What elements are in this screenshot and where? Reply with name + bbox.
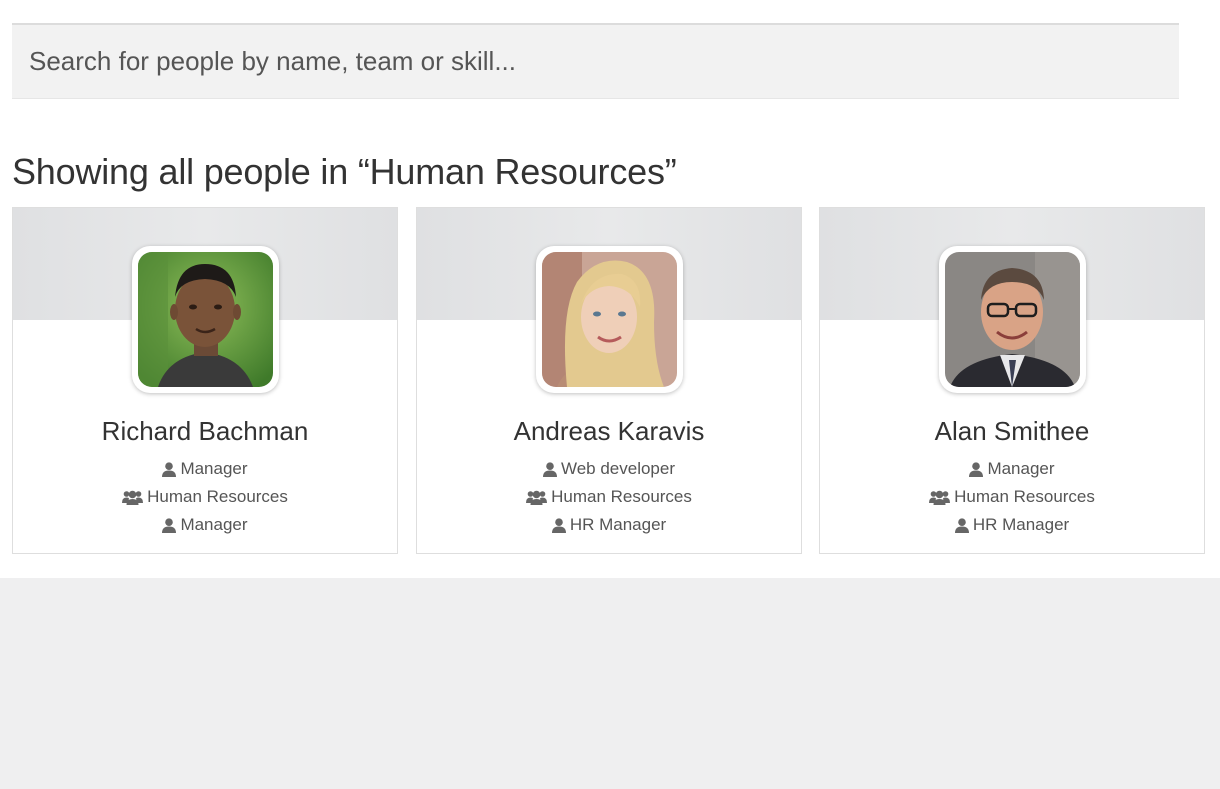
person-title-text: Web developer: [560, 459, 676, 478]
avatar[interactable]: [132, 246, 279, 393]
avatar[interactable]: [536, 246, 683, 393]
person-role-text: Manager: [180, 515, 248, 534]
profile-photo: [542, 252, 677, 387]
person-team: Human Resources: [820, 487, 1204, 507]
page-title: Showing all people in “Human Resources”: [12, 151, 677, 192]
user-icon: [162, 517, 177, 533]
user-icon: [542, 461, 557, 477]
user-icon: [954, 517, 969, 533]
user-icon: [551, 517, 566, 533]
person-title-text: Manager: [180, 459, 248, 478]
person-card[interactable]: Andreas Karavis Web developer Human Reso…: [416, 207, 802, 554]
person-team-text: Human Resources: [551, 487, 692, 506]
person-name: Richard Bachman: [101, 416, 309, 446]
person-title-text: Manager: [987, 459, 1055, 478]
profile-photo: [138, 252, 273, 387]
user-icon: [969, 461, 984, 477]
users-icon: [929, 490, 951, 505]
person-team: Human Resources: [13, 487, 397, 507]
search-input[interactable]: [29, 25, 1179, 98]
person-role: Manager: [13, 515, 397, 535]
person-role: HR Manager: [820, 515, 1204, 535]
search-bar[interactable]: [12, 23, 1179, 99]
person-role-text: HR Manager: [972, 515, 1070, 534]
person-card[interactable]: Richard Bachman Manager Human Resources …: [12, 207, 398, 554]
users-icon: [122, 490, 144, 505]
avatar[interactable]: [939, 246, 1086, 393]
person-title: Web developer: [417, 459, 801, 479]
person-role: HR Manager: [417, 515, 801, 535]
person-team-text: Human Resources: [954, 487, 1095, 506]
person-team: Human Resources: [417, 487, 801, 507]
main-area: Showing all people in “Human Resources”: [0, 0, 1220, 578]
footer-area: [0, 578, 1220, 789]
profile-photo: [945, 252, 1080, 387]
person-name: Andreas Karavis: [513, 416, 705, 446]
users-icon: [526, 490, 548, 505]
person-role-text: HR Manager: [569, 515, 667, 534]
person-card[interactable]: Alan Smithee Manager Human Resources HR …: [819, 207, 1205, 554]
person-title: Manager: [820, 459, 1204, 479]
person-name: Alan Smithee: [934, 416, 1090, 446]
person-team-text: Human Resources: [147, 487, 288, 506]
user-icon: [162, 461, 177, 477]
person-title: Manager: [13, 459, 397, 479]
